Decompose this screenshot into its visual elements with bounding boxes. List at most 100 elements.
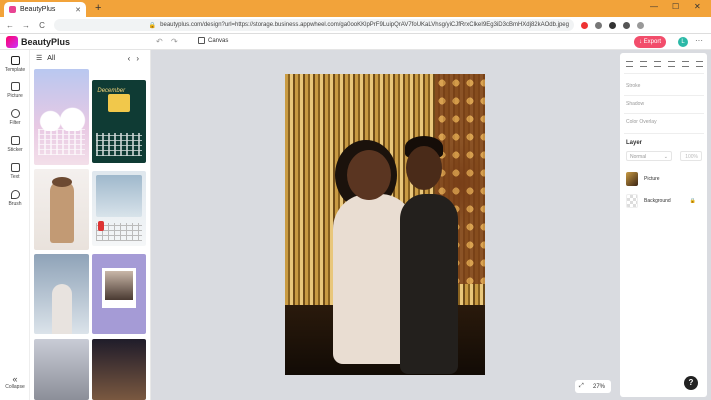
santa-sticker <box>98 221 104 231</box>
url-text: beautyplus.com/design?url=https://storag… <box>160 22 569 28</box>
template-thumbnail[interactable] <box>34 69 89 165</box>
template-thumbnail[interactable] <box>92 339 146 400</box>
rail-item-template[interactable]: Template <box>0 56 30 73</box>
image-icon <box>10 82 20 91</box>
template-thumbnail[interactable] <box>92 254 146 334</box>
canvas-label: Canvas <box>208 37 229 44</box>
blend-mode-value: Normal <box>630 154 647 160</box>
align-right-icon[interactable] <box>654 61 661 67</box>
rail-item-brush[interactable]: Brush <box>0 190 30 207</box>
lock-icon: 🔒 <box>148 22 157 29</box>
align-left-icon[interactable] <box>626 61 633 67</box>
rail-label: Collapse <box>5 384 25 390</box>
tab-close-icon[interactable]: ✕ <box>75 6 81 14</box>
canvas-button[interactable]: Canvas <box>198 37 228 44</box>
url-field[interactable]: 🔒 beautyplus.com/design?url=https://stor… <box>54 19 574 31</box>
collapse-button[interactable]: « Collapse <box>0 374 30 390</box>
rail-label: Brush <box>8 201 22 207</box>
redo-icon[interactable]: ↷ <box>171 37 178 46</box>
align-top-icon[interactable] <box>668 61 675 67</box>
new-tab-button[interactable]: + <box>95 2 101 14</box>
layer-name: Picture <box>644 176 660 182</box>
template-thumbnail[interactable] <box>34 254 89 334</box>
blend-mode-select[interactable]: Normal ⌄ <box>626 151 672 161</box>
person-left-head <box>347 150 391 200</box>
export-button[interactable]: ↓ Export <box>634 36 666 48</box>
undo-icon[interactable]: ↶ <box>156 37 163 46</box>
align-bottom-icon[interactable] <box>696 61 703 67</box>
layer-row-background[interactable]: Background 🔒 <box>626 193 706 209</box>
forward-icon[interactable]: → <box>20 21 32 30</box>
layer-thumbnail <box>626 172 638 186</box>
gift-box <box>108 94 130 112</box>
canvas-icon <box>198 37 205 44</box>
hat <box>52 177 72 187</box>
layer-name: Background <box>644 198 671 204</box>
avatar[interactable]: L <box>678 37 688 47</box>
snow-photo <box>96 175 142 217</box>
properties-card: Stroke Shadow Color Overlay Layer Normal… <box>620 53 707 397</box>
template-thumbnail[interactable] <box>92 171 146 246</box>
shadow-label[interactable]: Shadow <box>626 101 644 107</box>
layer-title: Layer <box>626 140 643 146</box>
reload-icon[interactable]: C <box>36 21 48 30</box>
template-thumbnail[interactable]: December <box>92 80 146 163</box>
template-thumbnail[interactable] <box>34 339 89 400</box>
layer-thumbnail <box>626 194 638 208</box>
window-close-icon[interactable]: ✕ <box>694 2 701 11</box>
layer-row-picture[interactable]: Picture <box>626 171 706 187</box>
align-middle-icon[interactable] <box>682 61 689 67</box>
snow-trees <box>34 107 89 131</box>
brand-name: BeautyPlus <box>21 37 71 47</box>
tab-title: BeautyPlus <box>20 6 56 13</box>
calendar-grid <box>38 128 85 156</box>
divider <box>624 113 704 114</box>
stroke-label[interactable]: Stroke <box>626 83 640 89</box>
align-toolbar <box>626 61 703 67</box>
calendar-grid <box>96 133 142 157</box>
category-label[interactable]: All <box>47 55 55 62</box>
zoom-level: 27% <box>592 383 605 390</box>
lock-icon[interactable]: 🔒 <box>690 198 696 204</box>
help-button[interactable]: ? <box>684 376 698 390</box>
rail-item-filter[interactable]: Filter <box>0 109 30 126</box>
rail-label: Template <box>4 67 26 73</box>
window-maximize-icon[interactable]: ☐ <box>672 2 679 11</box>
app-header: BeautyPlus ↶ ↷ Canvas ↓ Export L ··· <box>0 34 711 50</box>
properties-panel: Stroke Shadow Color Overlay Layer Normal… <box>618 50 711 400</box>
browser-tab[interactable]: BeautyPlus ✕ <box>4 2 86 17</box>
extension-icon[interactable] <box>595 21 602 29</box>
brush-icon <box>10 190 20 199</box>
profile-icon[interactable] <box>623 21 630 29</box>
person-right-head <box>406 146 442 190</box>
align-center-icon[interactable] <box>640 61 647 67</box>
template-thumbnail[interactable] <box>34 169 89 250</box>
polaroid-photo <box>105 271 133 300</box>
fit-screen-icon[interactable]: ⤢ <box>579 383 584 390</box>
rail-item-picture[interactable]: Picture <box>0 82 30 99</box>
beautyplus-favicon-icon <box>9 6 16 13</box>
text-icon <box>10 163 20 172</box>
menu-icon[interactable]: ☰ <box>36 54 42 62</box>
collapse-icon: « <box>12 374 18 384</box>
polaroid-frame <box>102 268 136 308</box>
woman-figure <box>52 284 72 334</box>
extension-icon[interactable] <box>581 21 588 29</box>
more-icon[interactable]: ··· <box>695 36 703 45</box>
browser-menu-icon[interactable] <box>637 21 644 29</box>
color-overlay-label[interactable]: Color Overlay <box>626 119 657 125</box>
rail-item-text[interactable]: Text <box>0 163 30 180</box>
rail-label: Text <box>10 174 20 180</box>
divider <box>624 133 704 134</box>
filter-icon <box>10 109 20 118</box>
next-page-icon[interactable]: › <box>136 54 145 63</box>
puzzle-icon[interactable] <box>609 21 616 29</box>
rail-label: Sticker <box>7 147 23 153</box>
opacity-field[interactable]: 100% <box>680 151 702 161</box>
window-minimize-icon[interactable]: — <box>650 2 658 11</box>
template-panel-header: ☰ All ‹› <box>30 50 150 66</box>
rail-item-sticker[interactable]: Sticker <box>0 136 30 153</box>
back-icon[interactable]: ← <box>4 21 16 30</box>
canvas-photo[interactable] <box>285 74 485 375</box>
divider <box>624 73 704 74</box>
